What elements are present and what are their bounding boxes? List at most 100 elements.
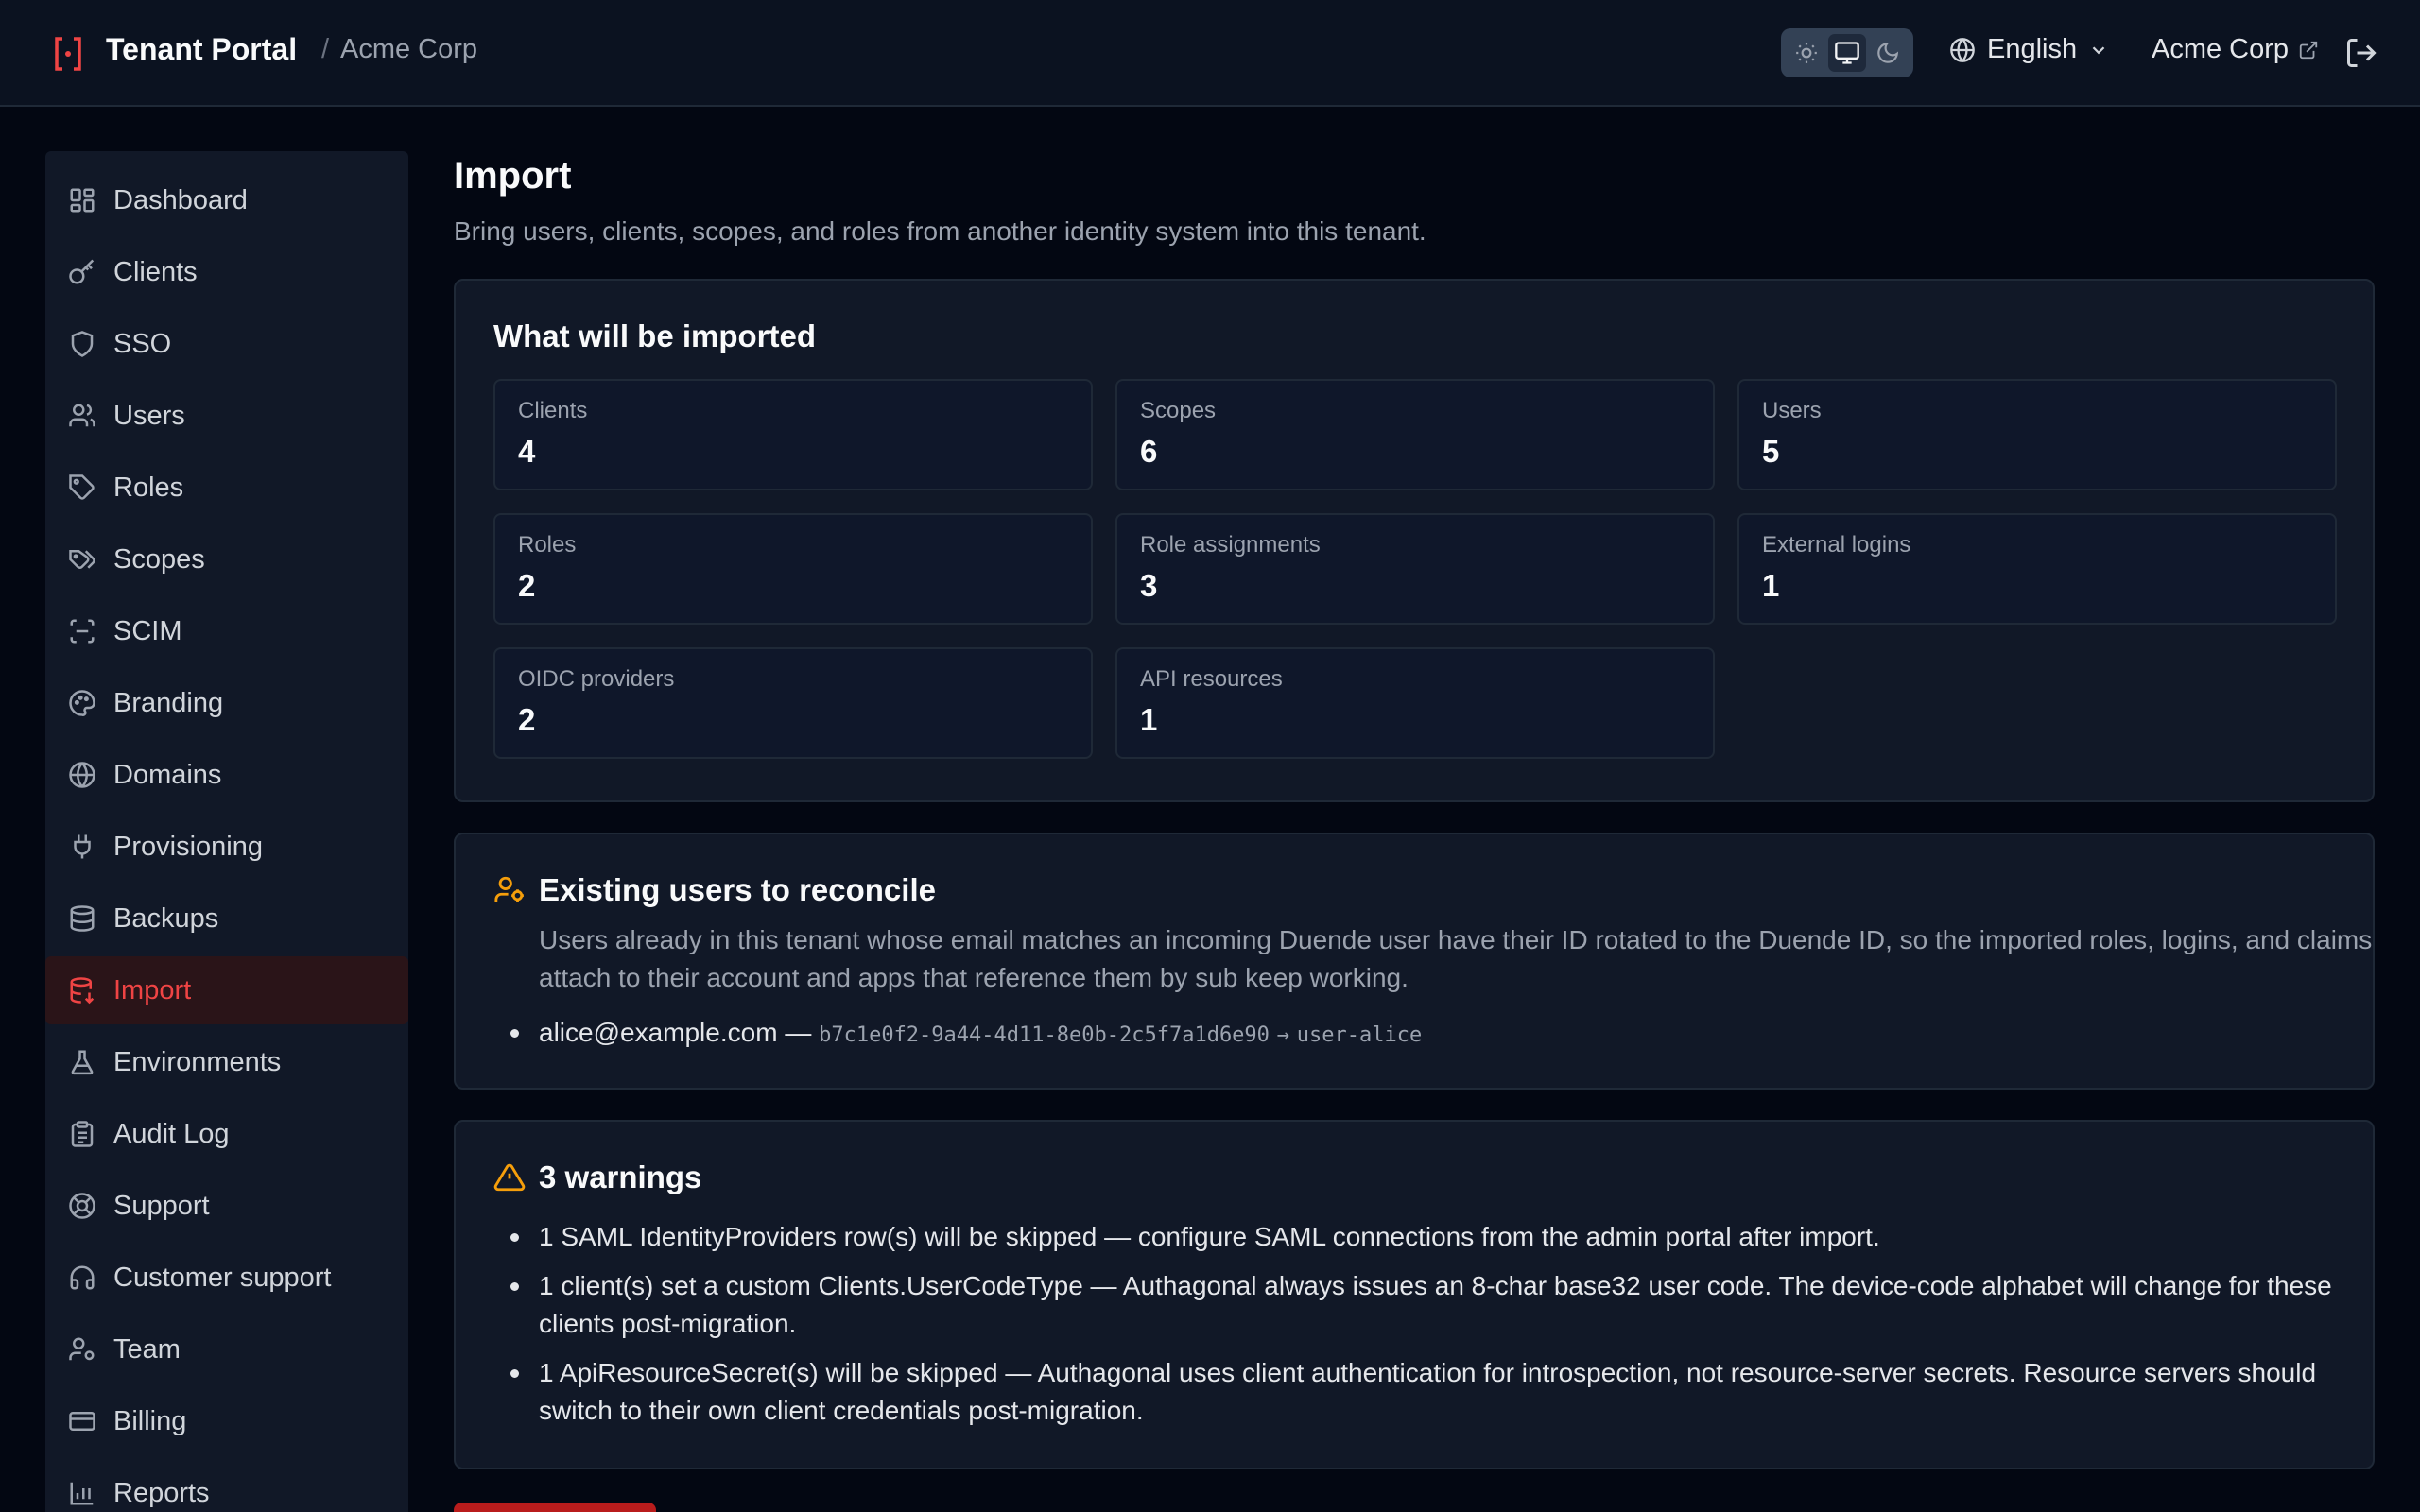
sidebar-item-support[interactable]: Support <box>45 1172 408 1240</box>
sidebar-item-domains[interactable]: Domains <box>45 741 408 809</box>
lifebuoy-icon <box>69 1193 95 1219</box>
stat-label: Role assignments <box>1140 532 1321 558</box>
globe-icon <box>1950 37 1975 62</box>
sidebar-item-label: Domains <box>113 759 222 790</box>
sidebar-item-users[interactable]: Users <box>45 382 408 450</box>
flask-icon <box>71 1050 94 1075</box>
reconcile-title: Existing users to reconcile <box>539 872 936 907</box>
list-item: 1 SAML IdentityProviders row(s) will be … <box>510 1218 2392 1256</box>
database-icon <box>70 905 95 932</box>
sidebar-item-label: Environments <box>113 1046 282 1077</box>
page-title: Import <box>454 155 572 197</box>
theme-switcher <box>1781 28 1913 77</box>
sidebar-item-label: Branding <box>113 687 224 718</box>
sidebar-item-roles[interactable]: Roles <box>45 454 408 522</box>
sidebar-item-billing[interactable]: Billing <box>45 1387 408 1455</box>
sun-icon <box>1796 43 1818 63</box>
sidebar-item-import[interactable]: Import <box>45 956 408 1024</box>
stat-users: Users 5 <box>1737 379 2337 490</box>
main-content: Import Bring users, clients, scopes, and… <box>454 151 2375 1469</box>
brand-logo-icon <box>55 37 81 71</box>
stat-value: 1 <box>1762 568 1780 603</box>
sidebar-item-label: Scopes <box>113 543 205 575</box>
summary-title: What will be imported <box>493 318 817 353</box>
warnings-title: 3 warnings <box>539 1160 702 1194</box>
stat-value: 5 <box>1762 434 1780 469</box>
reconcile-from-id: b7c1e0f2-9a44-4d11-8e0b-2c5f7a1d6e90 <box>819 1023 1270 1047</box>
sidebar-item-clients[interactable]: Clients <box>45 238 408 306</box>
sidebar-item-dashboard[interactable]: Dashboard <box>45 166 408 234</box>
credit-card-icon <box>69 1412 95 1431</box>
tenant-external-link[interactable]: Acme Corp <box>2152 34 2319 65</box>
sidebar-item-scim[interactable]: SCIM <box>45 597 408 665</box>
sidebar-item-environments[interactable]: Environments <box>45 1028 408 1096</box>
sidebar-item-audit-log[interactable]: Audit Log <box>45 1100 408 1168</box>
sidebar-item-sso[interactable]: SSO <box>45 310 408 378</box>
shield-icon <box>71 331 94 357</box>
sidebar-item-label: Import <box>113 974 192 1005</box>
sidebar-item-branding[interactable]: Branding <box>45 669 408 737</box>
stat-value: 6 <box>1140 434 1158 469</box>
warnings-card: 3 warnings 1 SAML IdentityProviders row(… <box>454 1120 2375 1469</box>
headset-icon <box>70 1265 95 1290</box>
stat-label: External logins <box>1762 532 1911 558</box>
sidebar-item-label: SCIM <box>113 615 182 646</box>
sidebar-item-label: Billing <box>113 1405 187 1436</box>
user-cog-icon <box>494 876 524 902</box>
scan-icon <box>70 619 95 644</box>
external-link-icon <box>2299 41 2318 59</box>
app-title[interactable]: Tenant Portal <box>106 32 297 67</box>
list-item: alice@example.com — b7c1e0f2-9a44-4d11-8… <box>510 1014 2335 1055</box>
reconcile-email: alice@example.com <box>539 1018 778 1047</box>
stat-label: Users <box>1762 398 1822 423</box>
plug-icon <box>74 834 91 859</box>
sidebar-item-customer-support[interactable]: Customer support <box>45 1244 408 1312</box>
sidebar-item-backups[interactable]: Backups <box>45 885 408 953</box>
logout-icon[interactable] <box>2344 36 2378 70</box>
reconcile-card: Existing users to reconcile Users alread… <box>454 833 2375 1090</box>
stat-scopes: Scopes 6 <box>1115 379 1715 490</box>
bar-chart-icon <box>70 1482 94 1505</box>
sidebar-item-label: Reports <box>113 1477 210 1508</box>
sidebar: Dashboard Clients SSO Users Roles Scopes… <box>45 151 408 1512</box>
sidebar-item-provisioning[interactable]: Provisioning <box>45 813 408 881</box>
reconcile-to-id: user-alice <box>1296 1023 1423 1047</box>
theme-dark-button[interactable] <box>1869 34 1907 72</box>
sidebar-item-label: Support <box>113 1190 210 1221</box>
sidebar-item-reports[interactable]: Reports <box>45 1459 408 1512</box>
tag-icon <box>69 474 95 500</box>
tenant-link-label: Acme Corp <box>2152 34 2290 64</box>
sidebar-item-label: Dashboard <box>113 184 248 215</box>
stat-value: 1 <box>1140 702 1158 737</box>
database-import-icon <box>70 977 95 1005</box>
stat-value: 4 <box>518 434 536 469</box>
sidebar-item-label: Users <box>113 400 185 431</box>
palette-icon <box>69 690 95 716</box>
key-icon <box>69 259 95 284</box>
stat-grid: Clients 4 Scopes 6 Users 5 Roles 2 Role … <box>493 379 2337 759</box>
list-item: 1 ApiResourceSecret(s) will be skipped —… <box>510 1354 2392 1430</box>
stat-value: 2 <box>518 702 536 737</box>
list-item: 1 client(s) set a custom Clients.UserCod… <box>510 1267 2392 1343</box>
dashboard-icon <box>70 188 95 213</box>
breadcrumb-separator: / <box>321 34 330 64</box>
theme-system-button[interactable] <box>1827 34 1866 72</box>
stat-value: 2 <box>518 568 536 603</box>
stat-clients: Clients 4 <box>493 379 1093 490</box>
language-selector[interactable]: English <box>1949 34 2109 65</box>
chevron-down-icon <box>2092 45 2105 54</box>
stat-label: Clients <box>518 398 588 423</box>
warning-triangle-icon <box>493 1163 526 1192</box>
sidebar-item-label: Clients <box>113 256 198 287</box>
sidebar-item-team[interactable]: Team <box>45 1315 408 1383</box>
theme-light-button[interactable] <box>1788 34 1825 72</box>
language-label: English <box>1987 34 2078 64</box>
monitor-icon <box>1835 42 1859 64</box>
sidebar-item-label: Provisioning <box>113 831 263 862</box>
page-subtitle: Bring users, clients, scopes, and roles … <box>454 216 1426 246</box>
start-import-button[interactable] <box>454 1503 656 1512</box>
reconcile-arrow: → <box>1276 1023 1289 1047</box>
sidebar-item-scopes[interactable]: Scopes <box>45 525 408 593</box>
reconcile-header: Existing users to reconcile <box>493 872 2335 908</box>
stat-api-resources: API resources 1 <box>1115 647 1715 759</box>
